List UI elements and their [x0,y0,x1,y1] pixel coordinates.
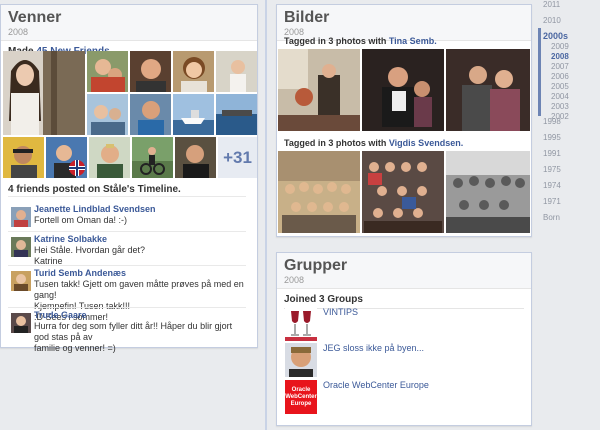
tagged-photo[interactable] [278,151,360,233]
friend-photo[interactable] [87,51,128,92]
friend-photo[interactable] [173,51,214,92]
timeline-year[interactable]: 1998 [543,117,561,126]
friends-box: Venner 2008 Made 45 New Friends +31 4 fr… [0,4,258,353]
friend-photo[interactable] [87,94,128,135]
photos-title: Bilder [284,9,330,26]
timeline-subyear[interactable]: 2007 [551,62,569,71]
timeline-subyear[interactable]: 2006 [551,72,569,81]
groups-box: Grupper 2008 Joined 3 Groups VINTIPS JEG… [276,252,532,426]
post-author[interactable]: Katrine Solbakke [34,234,246,245]
post-text: Fortell om Oman da! :-) [34,215,128,225]
photos-tag-line-2: Tagged in 3 photos with Vigdis Svendsen. [284,138,463,148]
avatar[interactable] [11,207,31,227]
friend-photo[interactable] [216,51,257,92]
timeline-post: Katrine Solbakke Hei Ståle. Hvordan går … [8,234,246,268]
group-item[interactable]: Oracle WebCenter Europe Oracle WebCenter… [285,380,525,416]
timeline-subyear[interactable]: 2004 [551,92,569,101]
friend-photo[interactable] [173,94,214,135]
friend-photo-large[interactable] [3,51,85,135]
timeline-post: Trude Gaare Hurra for deg som fyller dit… [8,310,246,353]
friend-photo[interactable] [130,94,171,135]
friend-photo[interactable] [130,51,171,92]
friend-photo[interactable] [89,137,130,178]
post-author[interactable]: Trude Gaare [34,310,246,321]
groups-joined-label: Joined 3 Groups [284,294,363,305]
post-text: familie og venner! =) [34,343,116,353]
divider [8,265,246,266]
post-text: Hurra for deg som fyller ditt år!! Håper… [34,321,233,342]
friends-header: Venner 2008 [1,5,257,41]
tagged-person-link[interactable]: Vigdis Svendsen. [389,138,463,148]
post-text: Tusen takk! Gjett om gaven måtte prøves … [34,279,244,300]
timeline-year[interactable]: 1974 [543,181,561,190]
timeline-year[interactable]: 1971 [543,197,561,206]
post-author[interactable]: Jeanette Lindblad Svendsen [34,204,246,215]
avatar[interactable] [11,237,31,257]
post-author[interactable]: Turid Semb Andenæs [34,268,246,279]
group-name[interactable]: Oracle WebCenter Europe [323,380,429,390]
friend-photo[interactable] [216,94,257,135]
groups-header: Grupper 2008 [277,253,531,289]
oracle-logo: Oracle WebCenter Europe [285,380,317,414]
timeline-year[interactable]: 2010 [543,16,561,25]
friend-photo[interactable] [46,137,87,178]
friend-photo[interactable] [175,137,216,178]
timeline-year[interactable]: 1975 [543,165,561,174]
timeline-subyear[interactable]: 2009 [551,42,569,51]
post-text: Hei Ståle. Hvordan går det? [34,245,146,255]
tag-prefix: Tagged in 3 photos with [284,138,387,148]
photos-box: Bilder 2008 Tagged in 3 photos with Tina… [276,4,532,237]
more-friends-count[interactable]: +31 [218,137,257,178]
timeline-year[interactable]: 1995 [543,133,561,142]
group-item[interactable]: JEG sloss ikke på byen... [285,343,525,379]
timeline-born[interactable]: Born [543,213,560,222]
timeline-year[interactable]: 2011 [543,0,560,9]
timeline-nav: 2011 2010 2000s 2009 2008 2007 2006 2005… [538,0,600,430]
friends-photo-grid: +31 [3,51,257,179]
friends-year: 2008 [8,27,29,37]
timeline-subyear[interactable]: 2005 [551,82,569,91]
tagged-photo[interactable] [446,151,530,233]
tagged-photo[interactable] [362,151,444,233]
timeline-decade-active[interactable]: 2000s [543,31,568,41]
group-name[interactable]: VINTIPS [323,307,358,317]
timeline-year[interactable]: 1991 [543,149,561,158]
groups-title: Grupper [284,257,348,274]
avatar[interactable] [11,313,31,333]
tagged-photo[interactable] [362,49,444,131]
group-avatar [285,343,317,377]
friends-title: Venner [8,9,62,26]
group-name[interactable]: JEG sloss ikke på byen... [323,343,424,353]
divider [8,307,246,308]
friend-photo[interactable] [3,137,44,178]
tagged-photo[interactable] [278,49,360,131]
group-item[interactable]: VINTIPS [285,307,525,343]
timeline-post: Turid Semb Andenæs Tusen takk! Gjett om … [8,268,246,322]
timeline-spine [265,0,267,430]
tag-prefix: Tagged in 3 photos with [284,36,387,46]
wine-glasses-icon [285,307,317,341]
tagged-photo[interactable] [446,49,530,131]
photos-tag-line-1: Tagged in 3 photos with Tina Semb. [284,36,437,46]
timeline-subyear[interactable]: 2003 [551,102,569,111]
tagged-person-link[interactable]: Tina Semb. [389,36,437,46]
friend-photo[interactable] [132,137,173,178]
avatar[interactable] [11,271,31,291]
groups-year: 2008 [284,275,305,285]
divider [8,196,246,197]
timeline-active-marker [538,28,541,116]
divider [8,231,246,232]
timeline-subyear-selected[interactable]: 2008 [551,52,569,61]
group-logo-text: Oracle WebCenter Europe [285,386,317,407]
timeline-post: Jeanette Lindblad Svendsen Fortell om Om… [8,204,246,230]
